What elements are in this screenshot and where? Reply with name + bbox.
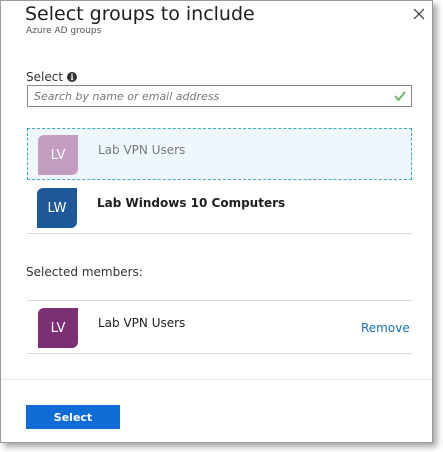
group-result-item[interactable]: LW Lab Windows 10 Computers xyxy=(27,182,412,234)
blade-panel: Select groups to include Azure AD groups… xyxy=(0,0,433,443)
group-name: Lab Windows 10 Computers xyxy=(97,196,286,210)
divider xyxy=(27,300,412,301)
group-result-item[interactable]: LV Lab VPN Users xyxy=(27,128,412,180)
selected-member-name: Lab VPN Users xyxy=(98,316,186,330)
search-input[interactable] xyxy=(28,86,388,106)
checkmark-icon xyxy=(394,91,406,102)
search-box xyxy=(27,85,412,107)
blade-title: Select groups to include xyxy=(25,3,255,25)
divider xyxy=(27,353,412,354)
remove-member-link[interactable]: Remove xyxy=(361,321,410,335)
footer-divider xyxy=(1,379,432,380)
group-avatar: LV xyxy=(38,135,78,175)
info-icon[interactable]: i xyxy=(67,72,78,82)
group-name: Lab VPN Users xyxy=(98,143,186,157)
blade-subtitle: Azure AD groups xyxy=(26,26,102,36)
selected-member-avatar: LV xyxy=(38,308,78,348)
selected-members-label: Selected members: xyxy=(26,265,143,279)
select-button[interactable]: Select xyxy=(26,405,120,429)
select-field-label: Select i xyxy=(26,70,78,84)
close-icon[interactable] xyxy=(410,5,428,23)
group-avatar: LW xyxy=(37,188,77,228)
select-label-text: Select xyxy=(26,70,64,84)
